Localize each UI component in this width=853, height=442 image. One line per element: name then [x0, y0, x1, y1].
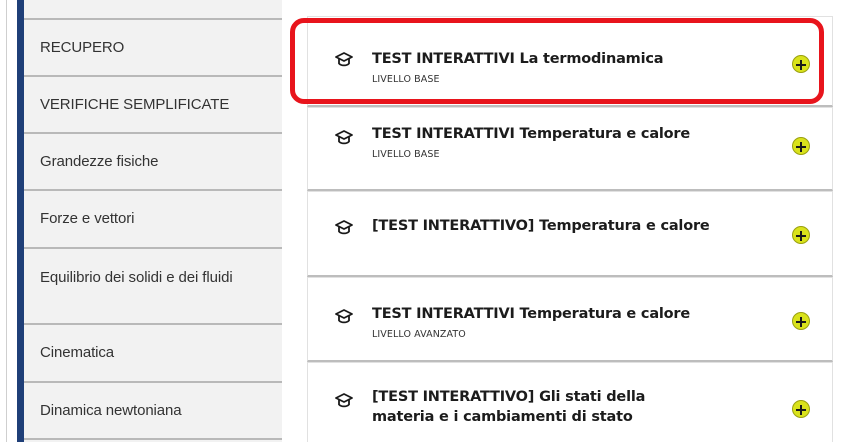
sidebar-item-recupero[interactable]: RECUPERO: [24, 18, 282, 77]
activity-title: TEST INTERATTIVI Temperatura e calore: [372, 306, 691, 322]
activity-card[interactable]: TEST INTERATTIVI Temperatura e calore LI…: [307, 107, 833, 191]
sidebar-accent-bar: [17, 0, 24, 442]
plus-icon[interactable]: [792, 55, 810, 73]
activity-title: TEST INTERATTIVI Temperatura e calore: [372, 126, 691, 142]
sidebar-item-equilibrio[interactable]: Equilibrio dei solidi e dei fluidi: [24, 249, 282, 325]
plus-icon[interactable]: [792, 312, 810, 330]
sidebar-item-label: Equilibrio dei solidi e dei fluidi: [40, 269, 233, 286]
plus-icon[interactable]: [792, 137, 810, 155]
sidebar-item-label: Forze e vettori: [40, 210, 135, 227]
graduation-cap-icon: [335, 393, 353, 409]
sidebar-item-dinamica-newtoniana[interactable]: Dinamica newtoniana: [24, 383, 282, 440]
activity-card[interactable]: [TEST INTERATTIVO] Temperatura e calore: [307, 191, 833, 277]
sidebar-item-label: VERIFICHE SEMPLIFICATE: [40, 95, 230, 113]
activity-card[interactable]: [TEST INTERATTIVO] Gli stati della mater…: [307, 362, 833, 442]
sidebar-item-label: RECUPERO: [40, 38, 125, 56]
graduation-cap-icon: [335, 52, 353, 68]
sidebar: RECUPERO VERIFICHE SEMPLIFICATE Grandezz…: [17, 0, 282, 442]
sidebar-item-forze-e-vettori[interactable]: Forze e vettori: [24, 191, 282, 249]
window-left-edge: [0, 0, 14, 442]
sidebar-item-label: Grandezze fisiche: [40, 152, 159, 170]
activity-level: LIVELLO BASE: [372, 149, 440, 160]
graduation-cap-icon: [335, 130, 353, 146]
sidebar-item-verifiche-semplificate[interactable]: VERIFICHE SEMPLIFICATE: [24, 77, 282, 134]
plus-icon[interactable]: [792, 226, 810, 244]
activity-title: TEST INTERATTIVI La termodinamica: [372, 51, 664, 67]
activity-card[interactable]: TEST INTERATTIVI La termodinamica LIVELL…: [307, 16, 833, 107]
sidebar-item-grandezze-fisiche[interactable]: Grandezze fisiche: [24, 134, 282, 191]
sidebar-item-label: Dinamica newtoniana: [40, 401, 182, 419]
sidebar-item-label: Cinematica: [40, 344, 115, 361]
activity-level: LIVELLO BASE: [372, 74, 440, 85]
activity-card[interactable]: TEST INTERATTIVI Temperatura e calore LI…: [307, 277, 833, 362]
plus-icon[interactable]: [792, 400, 810, 418]
sidebar-item-cinematica[interactable]: Cinematica: [24, 325, 282, 383]
graduation-cap-icon: [335, 220, 353, 236]
activity-level: LIVELLO AVANZATO: [372, 329, 466, 340]
graduation-cap-icon: [335, 309, 353, 325]
activity-title: [TEST INTERATTIVO] Temperatura e calore: [372, 218, 710, 234]
activity-title: [TEST INTERATTIVO] Gli stati della mater…: [372, 389, 646, 425]
